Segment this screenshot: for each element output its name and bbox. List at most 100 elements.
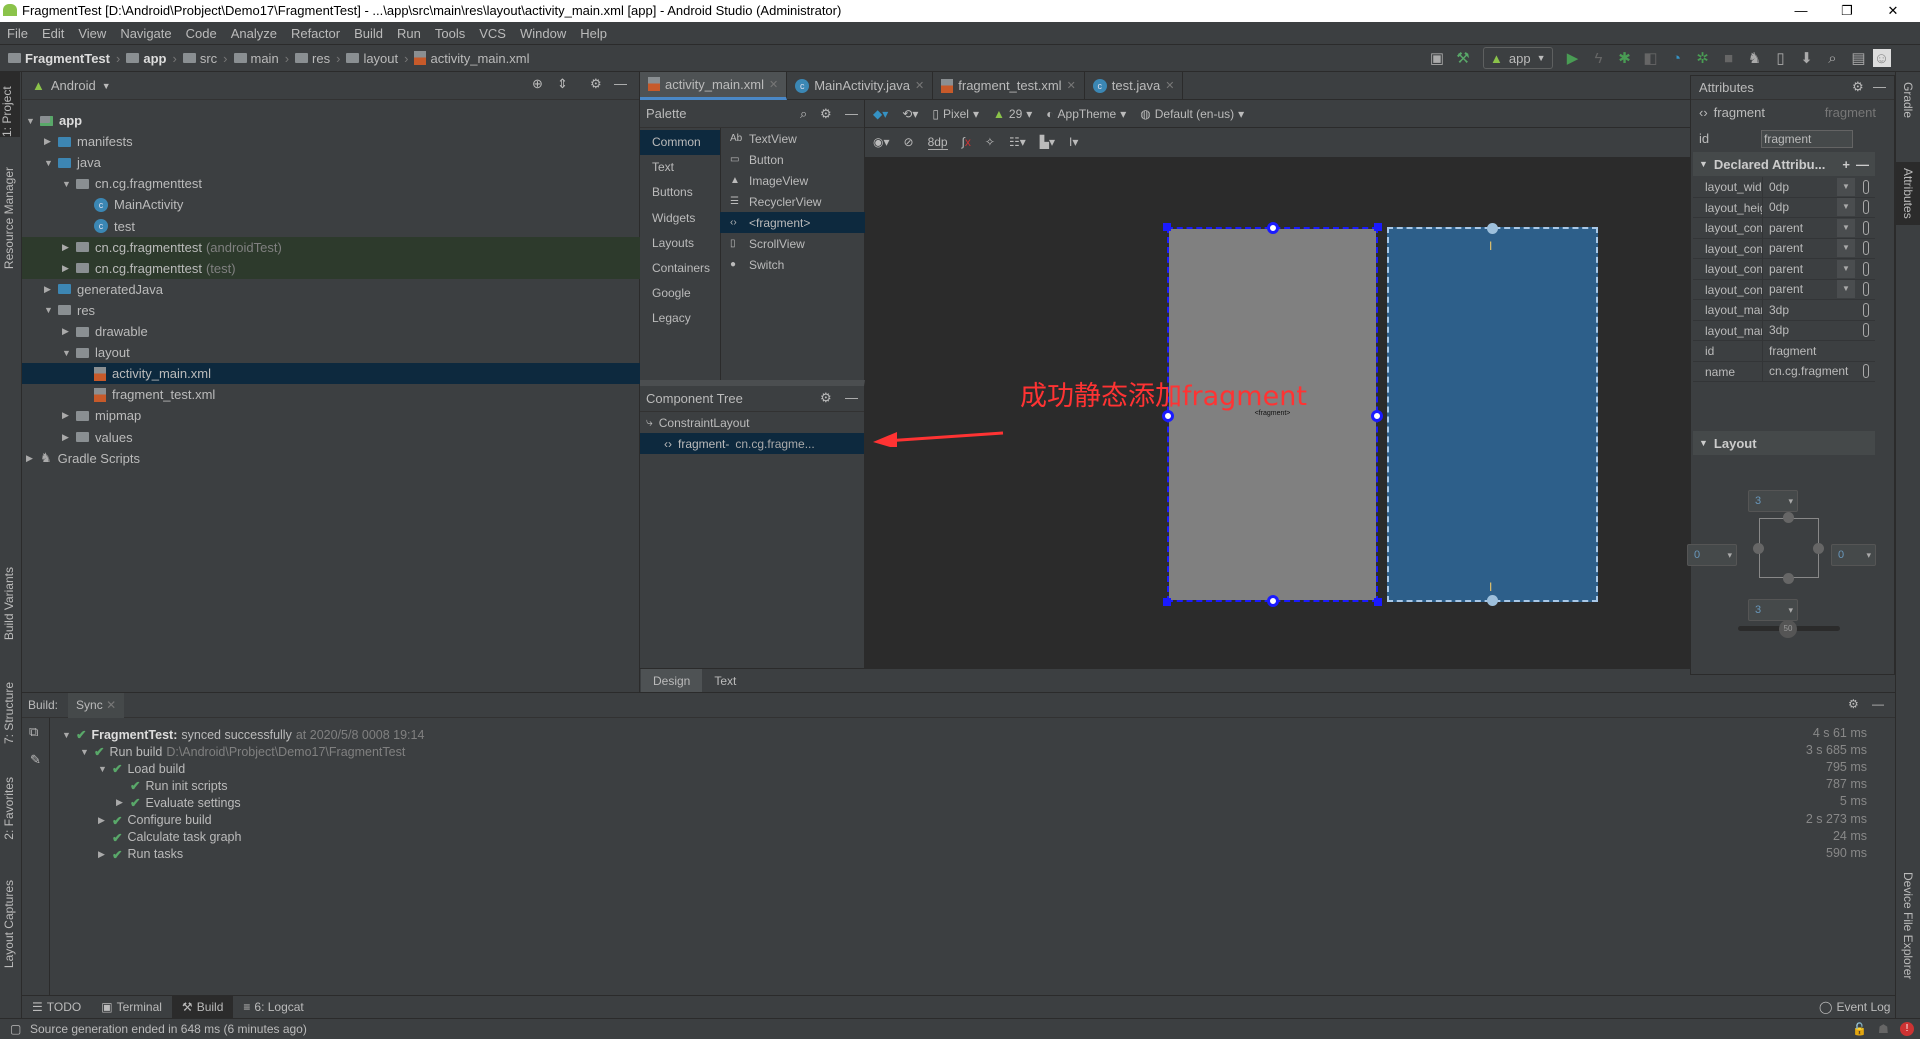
minimize-icon[interactable]: —: [614, 76, 627, 91]
editor-tab-test-java[interactable]: c test.java ✕: [1085, 71, 1184, 100]
close-button[interactable]: ✕: [1870, 0, 1916, 22]
build-tree-item[interactable]: ▼ ✔ Run build D:\Android\Probject\Demo17\Fr…: [80, 743, 405, 760]
build-tree-item[interactable]: ▼ ✔ FragmentTest: synced successfully at 202…: [62, 726, 424, 743]
menu-navigate[interactable]: Navigate: [113, 22, 178, 45]
build-tree-item[interactable]: ✔ Calculate task graph: [98, 829, 241, 846]
toggle-tool-windows-icon[interactable]: ▢: [10, 1019, 21, 1039]
build-tree-item[interactable]: ▶ ✔ Run tasks: [98, 846, 183, 863]
eye-icon[interactable]: ◉▾: [873, 135, 890, 149]
right-anchor[interactable]: [1813, 543, 1824, 554]
infer-constraints-icon[interactable]: ✧: [985, 135, 995, 149]
layout-section[interactable]: ▼ Layout: [1693, 431, 1875, 455]
tool-tab-build[interactable]: ⚒ Build: [171, 995, 234, 1019]
palette-category-text[interactable]: Text: [640, 155, 720, 180]
project-tree-item[interactable]: ▶ manifests: [22, 131, 640, 152]
resource-picker-icon[interactable]: [1863, 241, 1869, 256]
menu-build[interactable]: Build: [347, 22, 390, 45]
toggle-view-icon[interactable]: ⧉: [29, 724, 38, 740]
project-tree-item[interactable]: ▶ values: [22, 427, 640, 448]
search-icon[interactable]: ⌕: [1821, 46, 1845, 70]
sdk-manager-icon[interactable]: ⬇: [1795, 46, 1819, 70]
layout-captures-tool-tab[interactable]: Layout Captures: [2, 880, 16, 968]
avatar[interactable]: ☺: [1872, 49, 1891, 67]
collapsed-arrow-icon[interactable]: ▶: [44, 284, 58, 295]
hector-icon[interactable]: ☗: [1878, 1019, 1889, 1039]
layout-inspector-icon[interactable]: ▣: [1425, 46, 1449, 70]
palette-item[interactable]: ☰ RecyclerView: [720, 191, 865, 212]
minimize-icon[interactable]: —: [845, 390, 858, 405]
id-field[interactable]: [1761, 129, 1853, 148]
palette-category-layouts[interactable]: Layouts: [640, 231, 720, 256]
gear-icon[interactable]: ⚙: [1852, 79, 1864, 95]
breadcrumb-item[interactable]: app: [126, 51, 166, 66]
top-anchor[interactable]: [1267, 222, 1279, 234]
project-tree-item[interactable]: ▼ cn.cg.fragmenttest: [22, 173, 640, 194]
minimize-icon[interactable]: —: [1873, 79, 1886, 94]
editor-tab-activity_main-xml[interactable]: activity_main.xml ✕: [640, 71, 788, 100]
debug-icon[interactable]: ✱: [1613, 46, 1637, 70]
coverage-icon[interactable]: ◧: [1639, 46, 1663, 70]
pin-icon[interactable]: ✎: [30, 752, 41, 768]
project-tree-item[interactable]: c MainActivity: [22, 194, 640, 215]
locale-select[interactable]: ◍ Default (en-us) ▾: [1140, 107, 1244, 121]
resource-picker-icon[interactable]: [1863, 200, 1869, 215]
project-tree-item[interactable]: ▶ ♞ Gradle Scripts: [22, 448, 640, 469]
menu-run[interactable]: Run: [390, 22, 428, 45]
resource-picker-icon[interactable]: [1863, 302, 1869, 317]
expanded-arrow-icon[interactable]: ▼: [62, 348, 76, 358]
menu-view[interactable]: View: [71, 22, 113, 45]
editor-tab-fragment_test-xml[interactable]: fragment_test.xml ✕: [933, 71, 1085, 100]
guidelines-icon[interactable]: Ι▾: [1069, 135, 1078, 149]
bias-slider-thumb[interactable]: 50: [1779, 620, 1797, 638]
project-structure-icon[interactable]: ▤: [1847, 46, 1871, 70]
menu-file[interactable]: File: [0, 22, 35, 45]
project-tree-item[interactable]: ▶ mipmap: [22, 405, 640, 426]
collapsed-arrow-icon[interactable]: ▶: [62, 432, 76, 443]
search-icon[interactable]: ⌕: [800, 106, 807, 122]
resource-picker-icon[interactable]: [1863, 261, 1869, 276]
palette-item[interactable]: ● Switch: [720, 254, 865, 275]
breadcrumb-item[interactable]: src: [182, 51, 217, 66]
margin-bottom-select[interactable]: 3: [1748, 599, 1798, 621]
project-tree-item[interactable]: ▼ res: [22, 300, 640, 321]
bottom-anchor[interactable]: [1783, 573, 1794, 584]
resize-handle[interactable]: [1374, 223, 1382, 231]
palette-category-google[interactable]: Google: [640, 281, 720, 306]
project-tree-item[interactable]: ▶ drawable: [22, 321, 640, 342]
fragment-preview[interactable]: <fragment>: [1162, 222, 1383, 607]
attribute-value[interactable]: 3dp: [1763, 303, 1855, 317]
menu-code[interactable]: Code: [179, 22, 224, 45]
autoconnect-icon[interactable]: ⊘: [904, 135, 914, 149]
stop-icon[interactable]: ■: [1717, 46, 1741, 70]
minimize-icon[interactable]: —: [1872, 697, 1884, 711]
expanded-arrow-icon[interactable]: ▼: [62, 730, 76, 740]
avd-manager-icon[interactable]: ▯: [1769, 46, 1793, 70]
project-tree-item[interactable]: fragment_test.xml: [22, 384, 640, 405]
editor-tab-mainactivity-java[interactable]: c MainActivity.java ✕: [787, 71, 934, 100]
tool-tab-terminal[interactable]: ▣ Terminal: [91, 996, 172, 1019]
favorites-tool-tab[interactable]: 2: Favorites: [2, 777, 16, 840]
palette-item[interactable]: ▲ ImageView: [720, 170, 865, 191]
device-file-explorer-tool-tab[interactable]: Device File Explorer: [1901, 872, 1915, 979]
blueprint-preview[interactable]: I I: [1387, 223, 1598, 606]
breadcrumb-item[interactable]: FragmentTest: [8, 51, 110, 66]
tab-design[interactable]: Design: [641, 668, 703, 693]
lock-icon[interactable]: 🔓: [1852, 1019, 1867, 1039]
attribute-value[interactable]: fragment: [1763, 344, 1875, 358]
palette-item[interactable]: ▯ ScrollView: [720, 233, 865, 254]
collapsed-arrow-icon[interactable]: ▶: [62, 242, 76, 253]
gear-icon[interactable]: ⚙: [820, 390, 832, 406]
menu-edit[interactable]: Edit: [35, 22, 71, 45]
resource-manager-tool-tab[interactable]: Resource Manager: [2, 167, 16, 269]
bottom-anchor[interactable]: [1267, 595, 1279, 607]
sync-gradle-icon[interactable]: ♞: [1743, 46, 1767, 70]
close-icon[interactable]: ✕: [1067, 79, 1076, 92]
add-attribute-icon[interactable]: +: [1842, 157, 1850, 172]
close-icon[interactable]: ✕: [106, 698, 116, 712]
top-anchor[interactable]: [1487, 223, 1498, 234]
build-tree-item[interactable]: ▶ ✔ Evaluate settings: [116, 794, 241, 811]
clear-constraints-icon[interactable]: ∫x: [962, 135, 971, 149]
locate-icon[interactable]: ⊕: [532, 76, 543, 92]
expanded-arrow-icon[interactable]: ▼: [80, 747, 94, 757]
project-tree-item[interactable]: ▶ generatedJava: [22, 279, 640, 300]
